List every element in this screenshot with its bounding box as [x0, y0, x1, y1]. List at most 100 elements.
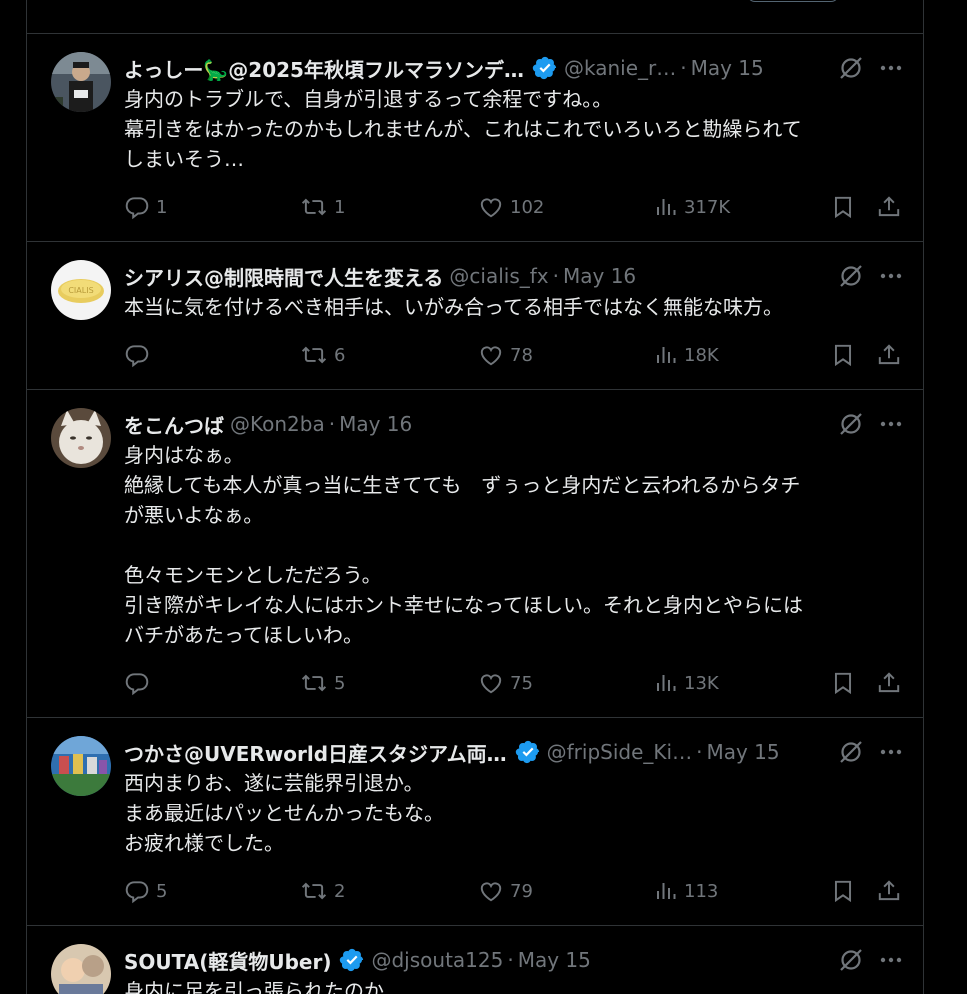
tweet[interactable]: よっしー🦕@2025年秋頃フルマラソンデ… @kanie_r… · May 15…: [27, 34, 923, 242]
bookmark-button[interactable]: [830, 192, 856, 222]
handle[interactable]: @Kon2ba: [230, 412, 325, 436]
tweet-actions: 5 2 79 113: [124, 876, 903, 906]
repost-icon: [301, 674, 327, 692]
like-icon: [480, 882, 502, 902]
tweet[interactable]: をこんつば @Kon2ba · May 16 身内はなぁ。 絶縁しても本人が真っ…: [27, 390, 923, 718]
share-button[interactable]: [876, 668, 902, 698]
tweet[interactable]: CIALIS シアリス@制限時間で人生を変える @cialis_fx · May…: [27, 242, 923, 390]
avatar[interactable]: [51, 736, 111, 796]
share-button[interactable]: [876, 876, 902, 906]
display-name[interactable]: をこんつば: [124, 410, 224, 439]
reply-icon: [125, 345, 149, 368]
view-count: 13K: [684, 672, 719, 694]
view-count: 113: [684, 880, 719, 902]
verified-badge-icon[interactable]: [515, 739, 541, 765]
display-name[interactable]: SOUTA(軽貨物Uber): [124, 946, 331, 975]
reply-count: 1: [156, 196, 168, 218]
views-button[interactable]: 18K: [654, 340, 719, 370]
follow-button-remnant[interactable]: [747, 0, 839, 2]
repost-count: 5: [334, 672, 346, 694]
like-icon: [480, 198, 502, 218]
share-icon: [878, 880, 900, 901]
views-button[interactable]: 13K: [654, 668, 719, 698]
tweet-actions: 6 78 18K: [124, 340, 903, 370]
bookmark-icon: [834, 880, 852, 903]
tweet[interactable]: つかさ@UVERworld日産スタジアム両… @fripSide_Ki… · M…: [27, 718, 923, 926]
handle[interactable]: @djsouta125: [371, 948, 503, 972]
handle[interactable]: @cialis_fx: [449, 264, 548, 288]
reply-button[interactable]: [124, 668, 156, 698]
share-button[interactable]: [876, 340, 902, 370]
view-count: 317K: [684, 196, 731, 218]
more-icon[interactable]: [879, 948, 903, 972]
grok-icon[interactable]: [837, 262, 865, 290]
bookmark-icon: [834, 344, 852, 367]
avatar[interactable]: [51, 52, 111, 112]
repost-button[interactable]: 1: [300, 192, 345, 222]
like-button[interactable]: 78: [478, 340, 533, 370]
tweet-text: 身内に足を引っ張られたのか: [124, 979, 384, 994]
like-count: 102: [510, 196, 545, 218]
tweet[interactable]: SOUTA(軽貨物Uber) @djsouta125 · May 15 身内に足…: [27, 926, 923, 994]
display-name[interactable]: シアリス@制限時間で人生を変える: [124, 262, 443, 291]
bookmark-button[interactable]: [830, 876, 856, 906]
share-icon: [878, 196, 900, 217]
reply-button[interactable]: 5: [124, 876, 167, 906]
grok-icon[interactable]: [837, 738, 865, 766]
repost-button[interactable]: 2: [300, 876, 345, 906]
views-icon: [657, 347, 676, 363]
reply-button[interactable]: [124, 340, 156, 370]
tweet-text: 西内まりお、遂に芸能界引退か。 まあ最近はパッとせんかったもな。 お疲れ様でした…: [124, 771, 444, 855]
display-name[interactable]: よっしー🦕@2025年秋頃フルマラソンデ…: [124, 54, 524, 83]
repost-button[interactable]: 6: [300, 340, 345, 370]
grok-icon[interactable]: [837, 54, 865, 82]
more-icon[interactable]: [879, 740, 903, 764]
avatar[interactable]: [51, 944, 111, 994]
bookmark-button[interactable]: [830, 340, 856, 370]
grok-icon[interactable]: [837, 946, 865, 974]
like-button[interactable]: 102: [478, 192, 544, 222]
tweet-actions: 5 75 13K: [124, 668, 903, 698]
tweet-text: 身内のトラブルで、自身が引退するって余程ですね。。 幕引きをはかったのかもしれま…: [124, 87, 802, 171]
verified-badge-icon[interactable]: [532, 55, 558, 81]
timestamp[interactable]: May 16: [563, 264, 636, 288]
repost-count: 1: [334, 196, 346, 218]
handle[interactable]: @kanie_r…: [564, 56, 676, 80]
views-icon: [657, 675, 676, 691]
like-button[interactable]: 79: [478, 876, 533, 906]
like-icon: [480, 346, 502, 366]
share-icon: [878, 344, 900, 365]
repost-button[interactable]: 5: [300, 668, 345, 698]
handle[interactable]: @fripSide_Ki…: [547, 740, 692, 764]
share-icon: [878, 672, 900, 693]
repost-count: 2: [334, 880, 346, 902]
dot-separator: ·: [328, 412, 336, 436]
views-button[interactable]: 113: [654, 876, 718, 906]
like-count: 79: [510, 880, 533, 902]
timestamp[interactable]: May 15: [706, 740, 779, 764]
views-button[interactable]: 317K: [654, 192, 730, 222]
repost-count: 6: [334, 344, 346, 366]
reply-button[interactable]: 1: [124, 192, 167, 222]
like-button[interactable]: 75: [478, 668, 533, 698]
timestamp[interactable]: May 15: [691, 56, 764, 80]
reply-icon: [125, 881, 149, 904]
like-count: 78: [510, 344, 533, 366]
timestamp[interactable]: May 15: [518, 948, 591, 972]
dot-separator: ·: [552, 264, 559, 288]
avatar[interactable]: CIALIS: [51, 260, 111, 320]
more-icon[interactable]: [879, 56, 903, 80]
avatar[interactable]: [51, 408, 111, 468]
timestamp[interactable]: May 16: [339, 412, 412, 436]
like-count: 75: [510, 672, 533, 694]
timeline-column: よっしー🦕@2025年秋頃フルマラソンデ… @kanie_r… · May 15…: [26, 0, 924, 994]
grok-icon[interactable]: [837, 410, 865, 438]
tweet-actions: 1 1 102 317K: [124, 192, 903, 222]
more-icon[interactable]: [879, 412, 903, 436]
tweet-text: 本当に気を付けるべき相手は、いがみ合ってる相手ではなく無能な味方。: [124, 295, 783, 319]
verified-badge-icon[interactable]: [339, 947, 365, 973]
more-icon[interactable]: [879, 264, 903, 288]
display-name[interactable]: つかさ@UVERworld日産スタジアム両…: [124, 738, 507, 767]
share-button[interactable]: [876, 192, 902, 222]
bookmark-button[interactable]: [830, 668, 856, 698]
